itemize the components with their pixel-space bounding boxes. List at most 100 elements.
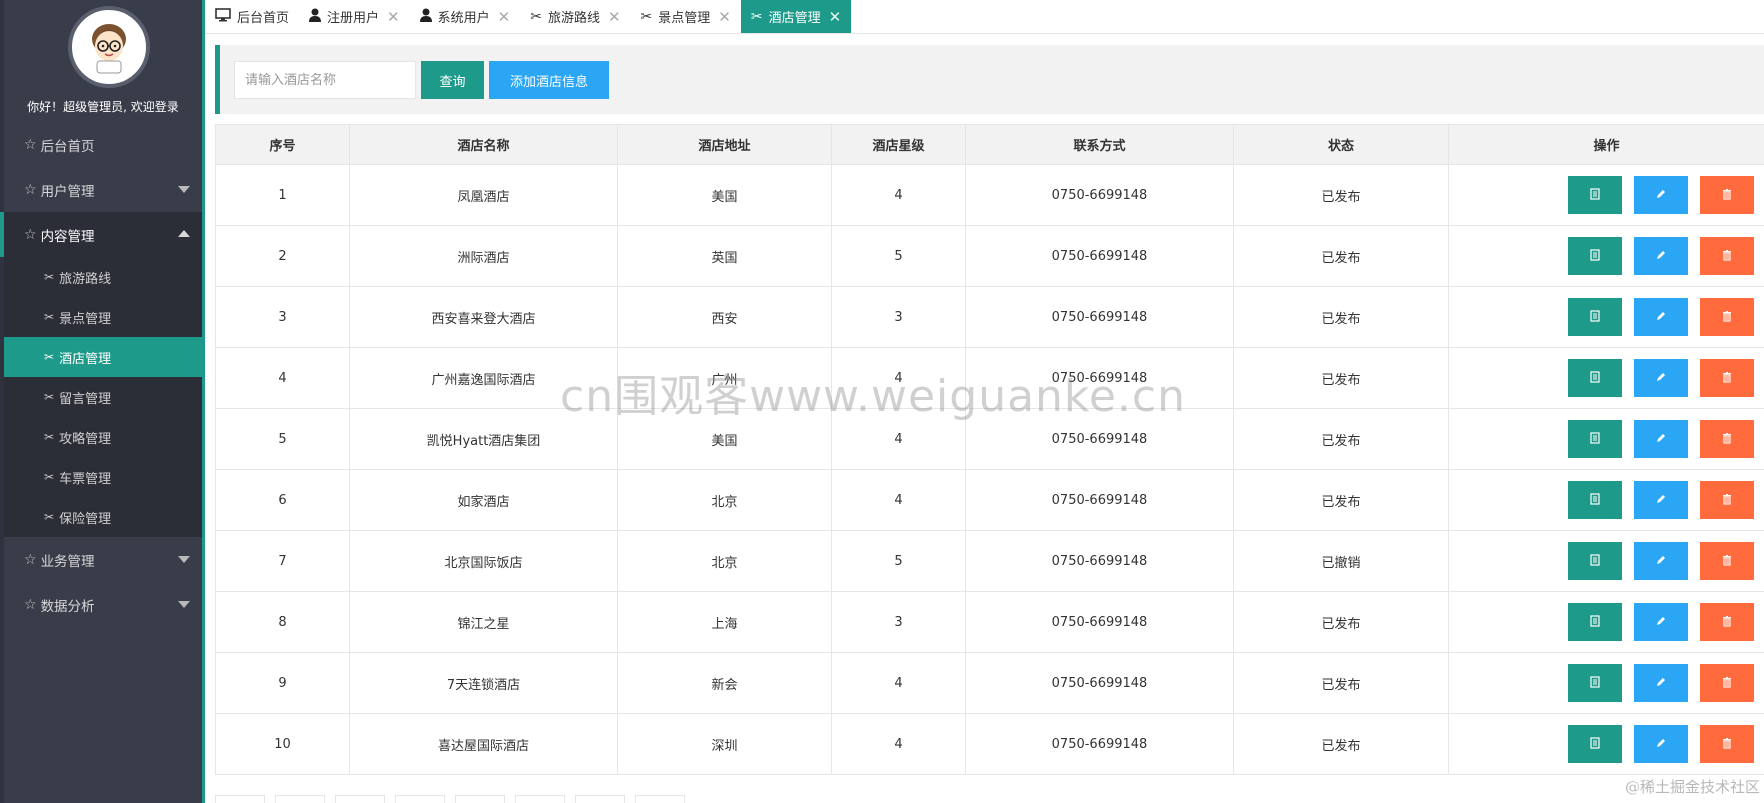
edit-button[interactable] xyxy=(1634,481,1688,519)
hotel-stars-cell: 3 xyxy=(831,591,966,653)
add-hotel-button[interactable]: 添加酒店信息 xyxy=(489,61,609,99)
tab-dashboard[interactable]: 后台首页 xyxy=(205,0,299,33)
column-header: 酒店星级 xyxy=(831,124,966,165)
sub-item-tickets[interactable]: ✂ 车票管理 xyxy=(4,457,202,497)
sub-item-attractions[interactable]: ✂ 景点管理 xyxy=(4,297,202,337)
hotel-name-search-input[interactable] xyxy=(234,61,416,99)
tab-attractions[interactable]: ✂ 景点管理 ✕ xyxy=(631,0,741,33)
delete-button[interactable] xyxy=(1700,725,1754,763)
delete-button[interactable] xyxy=(1700,481,1754,519)
edit-button[interactable] xyxy=(1634,420,1688,458)
delete-button[interactable] xyxy=(1700,298,1754,336)
tab-travel-routes[interactable]: ✂ 旅游路线 ✕ xyxy=(520,0,630,33)
actions-cell xyxy=(1448,408,1764,470)
document-icon xyxy=(1589,431,1601,447)
trash-icon xyxy=(1721,371,1733,386)
sub-item-messages[interactable]: ✂ 留言管理 xyxy=(4,377,202,417)
table-row: 8 锦江之星 上海 3 0750-6699148 已发布 xyxy=(215,591,1764,653)
nav-item-label: 内容管理 xyxy=(40,228,95,245)
tab-hotels[interactable]: ✂ 酒店管理 ✕ xyxy=(740,0,852,33)
pager-button[interactable] xyxy=(635,795,685,803)
edit-button[interactable] xyxy=(1634,542,1688,580)
delete-button[interactable] xyxy=(1700,664,1754,702)
hotel-table: 序号 酒店名称 酒店地址 酒店星级 联系方式 状态 操作 1 凤凰酒店 美国 4 075… xyxy=(215,124,1764,775)
tab-system-users[interactable]: 系统用户 ✕ xyxy=(410,0,521,33)
nav-item-label: 数据分析 xyxy=(40,598,95,615)
sub-item-insurance[interactable]: ✂ 保险管理 xyxy=(4,497,202,537)
query-button[interactable]: 查询 xyxy=(421,61,484,99)
view-button[interactable] xyxy=(1568,359,1622,397)
delete-button[interactable] xyxy=(1700,176,1754,214)
contact-phone-cell: 0750-6699148 xyxy=(965,713,1234,775)
pager-button[interactable] xyxy=(275,795,325,803)
edit-button[interactable] xyxy=(1634,603,1688,641)
view-button[interactable] xyxy=(1568,542,1622,580)
status-cell: 已撤销 xyxy=(1233,530,1449,592)
row-index-cell: 10 xyxy=(215,713,350,775)
pager-button[interactable] xyxy=(575,795,625,803)
trash-icon xyxy=(1721,676,1733,691)
avatar-cartoon-icon xyxy=(92,24,126,74)
sub-item-label: 酒店管理 xyxy=(59,351,112,367)
hotel-name-cell: 喜达屋国际酒店 xyxy=(349,713,618,775)
pager-button[interactable] xyxy=(515,795,565,803)
actions-cell xyxy=(1448,225,1764,287)
nav-item-content-management[interactable]: ☆ 内容管理 xyxy=(0,212,202,257)
view-button[interactable] xyxy=(1568,603,1622,641)
delete-button[interactable] xyxy=(1700,237,1754,275)
edit-button[interactable] xyxy=(1634,725,1688,763)
close-icon[interactable]: ✕ xyxy=(608,8,621,26)
pager-button[interactable] xyxy=(395,795,445,803)
view-button[interactable] xyxy=(1568,725,1622,763)
column-header: 酒店名称 xyxy=(349,124,618,165)
edit-button[interactable] xyxy=(1634,176,1688,214)
view-button[interactable] xyxy=(1568,237,1622,275)
pager-button[interactable] xyxy=(455,795,505,803)
pencil-icon xyxy=(1655,676,1667,691)
nav-item-dashboard[interactable]: ☆ 后台首页 xyxy=(4,122,202,167)
edit-button[interactable] xyxy=(1634,298,1688,336)
row-index-cell: 7 xyxy=(215,530,350,592)
hotel-stars-cell: 5 xyxy=(831,225,966,287)
view-button[interactable] xyxy=(1568,664,1622,702)
view-button[interactable] xyxy=(1568,176,1622,214)
delete-button[interactable] xyxy=(1700,542,1754,580)
status-cell: 已发布 xyxy=(1233,652,1449,714)
edit-button[interactable] xyxy=(1634,359,1688,397)
document-icon xyxy=(1589,187,1601,203)
edit-button[interactable] xyxy=(1634,664,1688,702)
close-icon[interactable]: ✕ xyxy=(718,8,731,26)
view-button[interactable] xyxy=(1568,298,1622,336)
sub-item-hotels[interactable]: ✂ 酒店管理 xyxy=(4,337,202,377)
column-header: 序号 xyxy=(215,124,350,165)
table-row: 10 喜达屋国际酒店 深圳 4 0750-6699148 已发布 xyxy=(215,713,1764,775)
document-icon xyxy=(1589,309,1601,325)
nav-item-data-analysis[interactable]: ☆ 数据分析 xyxy=(4,582,202,627)
delete-button[interactable] xyxy=(1700,359,1754,397)
view-button[interactable] xyxy=(1568,481,1622,519)
delete-button[interactable] xyxy=(1700,420,1754,458)
sub-item-routes[interactable]: ✂ 旅游路线 xyxy=(4,257,202,297)
watermark: cn围观客www.weiguanke.cn xyxy=(560,371,1186,422)
hotel-address-cell: 美国 xyxy=(617,164,832,226)
view-button[interactable] xyxy=(1568,420,1622,458)
close-icon[interactable]: ✕ xyxy=(829,8,842,26)
pager-button[interactable] xyxy=(335,795,385,803)
close-icon[interactable]: ✕ xyxy=(498,8,511,26)
delete-button[interactable] xyxy=(1700,603,1754,641)
tools-icon: ✂ xyxy=(44,470,55,484)
hotel-stars-cell: 4 xyxy=(831,652,966,714)
hotel-name-cell: 洲际酒店 xyxy=(349,225,618,287)
nav-item-business-management[interactable]: ☆ 业务管理 xyxy=(4,537,202,582)
actions-cell xyxy=(1448,164,1764,226)
close-icon[interactable]: ✕ xyxy=(387,8,400,26)
sub-item-guides[interactable]: ✂ 攻略管理 xyxy=(4,417,202,457)
tab-registered-users[interactable]: 注册用户 ✕ xyxy=(299,0,410,33)
avatar[interactable] xyxy=(68,6,150,88)
trash-icon xyxy=(1721,554,1733,569)
tab-label: 酒店管理 xyxy=(768,11,821,26)
edit-button[interactable] xyxy=(1634,237,1688,275)
pager-button[interactable] xyxy=(215,795,265,803)
nav-item-user-management[interactable]: ☆ 用户管理 xyxy=(4,167,202,212)
tools-icon: ✂ xyxy=(750,8,763,25)
